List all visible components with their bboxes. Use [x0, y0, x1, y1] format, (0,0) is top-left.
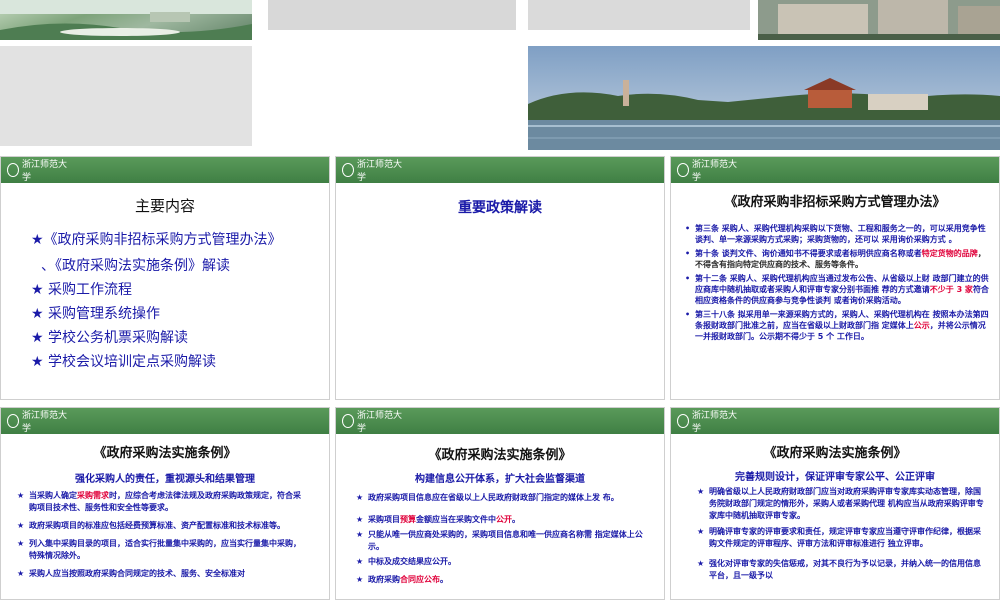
- bullet-item: ★ 强化对评审专家的失信惩戒，对其不良行为予以记录，并纳入统一的信用信息平台，且一…: [697, 559, 981, 580]
- article-list: • 第三条 采购人、采购代理机构采购以下货物、工程和服务之一的，可以采用竞争性谈判…: [685, 223, 991, 342]
- slide-title: 《政府采购非招标采购方式管理办法》: [724, 195, 946, 210]
- slide-thumb-1[interactable]: [0, 0, 252, 40]
- contents-list: ★《政府采购非招标采购方式管理办法》 、《政府采购法实施条例》解读 ★ 采购工作…: [31, 229, 282, 373]
- seal-icon: [677, 163, 689, 177]
- bullet-item: ★ 只能从唯一供应商处采购的，采购项目信息和唯一供应商名称需 指定媒体上公示。: [356, 530, 643, 551]
- bullet-item: ★ 政府采购项目信息应在省级以上人民政府财政部门指定的媒体上发 布。: [356, 493, 619, 502]
- campus-photo-graphic: [0, 0, 252, 40]
- slide-title: 重要政策解读: [458, 200, 542, 216]
- slide-header-bar: 浙江师范大学: [336, 408, 664, 434]
- bullet-item: ★ 当采购人确定采购需求时，应综合考虑法律法规及政府采购政策规定，符合采购项目技术…: [17, 491, 301, 512]
- bullet-item: ★ 列入集中采购目录的项目，适合实行批量集中采购的，应当实行量集中采购，特殊情况除…: [17, 539, 301, 560]
- university-logo: 浙江师范大学: [677, 411, 737, 434]
- article-38: • 第三十八条 拟采用单一来源采购方式的，采购人、采购代理机构在 按照本办法第四条…: [685, 310, 989, 341]
- slide-subtitle: 完善规则设计，保证评审专家公平、公正评审: [735, 472, 935, 483]
- slide-header-bar: 浙江师范大学: [1, 157, 329, 183]
- bullet-item: ★ 采购项目预算金额应当在采购文件中公开。: [356, 515, 520, 524]
- article-3: • 第三条 采购人、采购代理机构采购以下货物、工程和服务之一的，可以采用竞争性谈判…: [685, 224, 986, 244]
- slide-header-bar: 浙江师范大学: [1, 408, 329, 434]
- contents-item: 、《政府采购法实施条例》解读: [41, 258, 230, 274]
- slide-thumb-3[interactable]: [528, 0, 750, 30]
- lake-photo-graphic: [528, 46, 1000, 150]
- university-logo: 浙江师范大学: [7, 411, 67, 434]
- seal-icon: [7, 414, 19, 428]
- article-12: • 第十二条 采购人、采购代理机构应当通过发布公告、从省级以上财 政部门建立的供应…: [685, 274, 989, 305]
- slide-subtitle: 构建信息公开体系，扩大社会监督渠道: [415, 474, 585, 485]
- slide-thumb-4[interactable]: [758, 0, 1000, 40]
- contents-item: ★ 学校公务机票采购解读: [31, 330, 189, 346]
- seal-icon: [342, 414, 354, 428]
- bullet-item: ★ 明确省级以上人民政府财政部门应当对政府采购评审专家库实动态管理，除国务院财政部…: [697, 487, 984, 520]
- contents-item: ★ 采购工作流程: [31, 282, 133, 298]
- university-logo: 浙江师范大学: [7, 160, 67, 183]
- building-photo-graphic: [758, 0, 1000, 40]
- slide-title: 《政府采购法实施条例》: [428, 448, 572, 463]
- seal-icon: [677, 414, 689, 428]
- seal-icon: [7, 163, 19, 177]
- contents-item: ★ 采购管理系统操作: [31, 306, 161, 322]
- slide-regulation-disclosure[interactable]: 浙江师范大学 《政府采购法实施条例》 构建信息公开体系，扩大社会监督渠道 ★ 政府…: [335, 407, 665, 600]
- contents-item: ★ 学校会议培训定点采购解读: [31, 354, 217, 370]
- university-logo: 浙江师范大学: [342, 411, 402, 434]
- slide-policy[interactable]: 浙江师范大学 重要政策解读: [335, 156, 665, 400]
- bullet-list: ★ 政府采购项目信息应在省级以上人民政府财政部门指定的媒体上发 布。 ★ 采购项目预…: [356, 492, 646, 586]
- slide-regulation-responsibility[interactable]: 浙江师范大学 《政府采购法实施条例》 强化采购人的责任，重视源头和结果管理 ★ 当…: [0, 407, 330, 600]
- slide-thumb-5[interactable]: [0, 46, 252, 146]
- slide-header-bar: 浙江师范大学: [336, 157, 664, 183]
- slide-thumb-6[interactable]: [258, 46, 522, 146]
- slide-subtitle: 强化采购人的责任，重视源头和结果管理: [75, 474, 255, 485]
- slide-header-bar: 浙江师范大学: [671, 408, 999, 434]
- slide-thumb-7[interactable]: [528, 46, 1000, 150]
- bullet-item: ★ 中标及成交结果应公开。: [356, 557, 456, 566]
- slide-title: 《政府采购法实施条例》: [763, 446, 907, 461]
- slide-regulation-experts[interactable]: 浙江师范大学 《政府采购法实施条例》 完善规则设计，保证评审专家公平、公正评审 …: [670, 407, 1000, 600]
- bullet-item: ★ 政府采购合同应公布。: [356, 575, 448, 584]
- bullet-item: ★ 政府采购项目的标准应包括经费预算标准、资产配置标准和技术标准等。: [17, 521, 285, 530]
- contents-item: ★《政府采购非招标采购方式管理办法》: [31, 232, 282, 248]
- seal-icon: [342, 163, 354, 177]
- university-logo: 浙江师范大学: [677, 160, 737, 183]
- slide-title: 主要内容: [134, 197, 195, 215]
- slide-title: 《政府采购法实施条例》: [93, 446, 237, 461]
- bullet-list: ★ 明确省级以上人民政府财政部门应当对政府采购评审专家库实动态管理，除国务院财政部…: [697, 486, 987, 582]
- slide-header-bar: 浙江师范大学: [671, 157, 999, 183]
- slide-contents[interactable]: 浙江师范大学 主要内容 ★《政府采购非招标采购方式管理办法》 、《政府采购法实施…: [0, 156, 330, 400]
- bullet-list: ★ 当采购人确定采购需求时，应综合考虑法律法规及政府采购政策规定，符合采购项目技术…: [17, 490, 305, 580]
- bullet-item: ★ 采购人应当按照政府采购合同规定的技术、服务、安全标准对: [17, 569, 245, 578]
- university-logo: 浙江师范大学: [342, 160, 402, 183]
- slide-thumb-2[interactable]: [268, 0, 516, 30]
- article-10: • 第十条 谈判文件、询价通知书不得要求或者标明供应商名称或者特定货物的品牌，不得…: [685, 249, 986, 269]
- slide-non-tender[interactable]: 浙江师范大学 《政府采购非招标采购方式管理办法》 • 第三条 采购人、采购代理机构…: [670, 156, 1000, 400]
- bullet-item: ★ 明确评审专家的评审要求和责任，规定评审专家应当遵守评审作纪律，根据采购文件规定…: [697, 527, 981, 548]
